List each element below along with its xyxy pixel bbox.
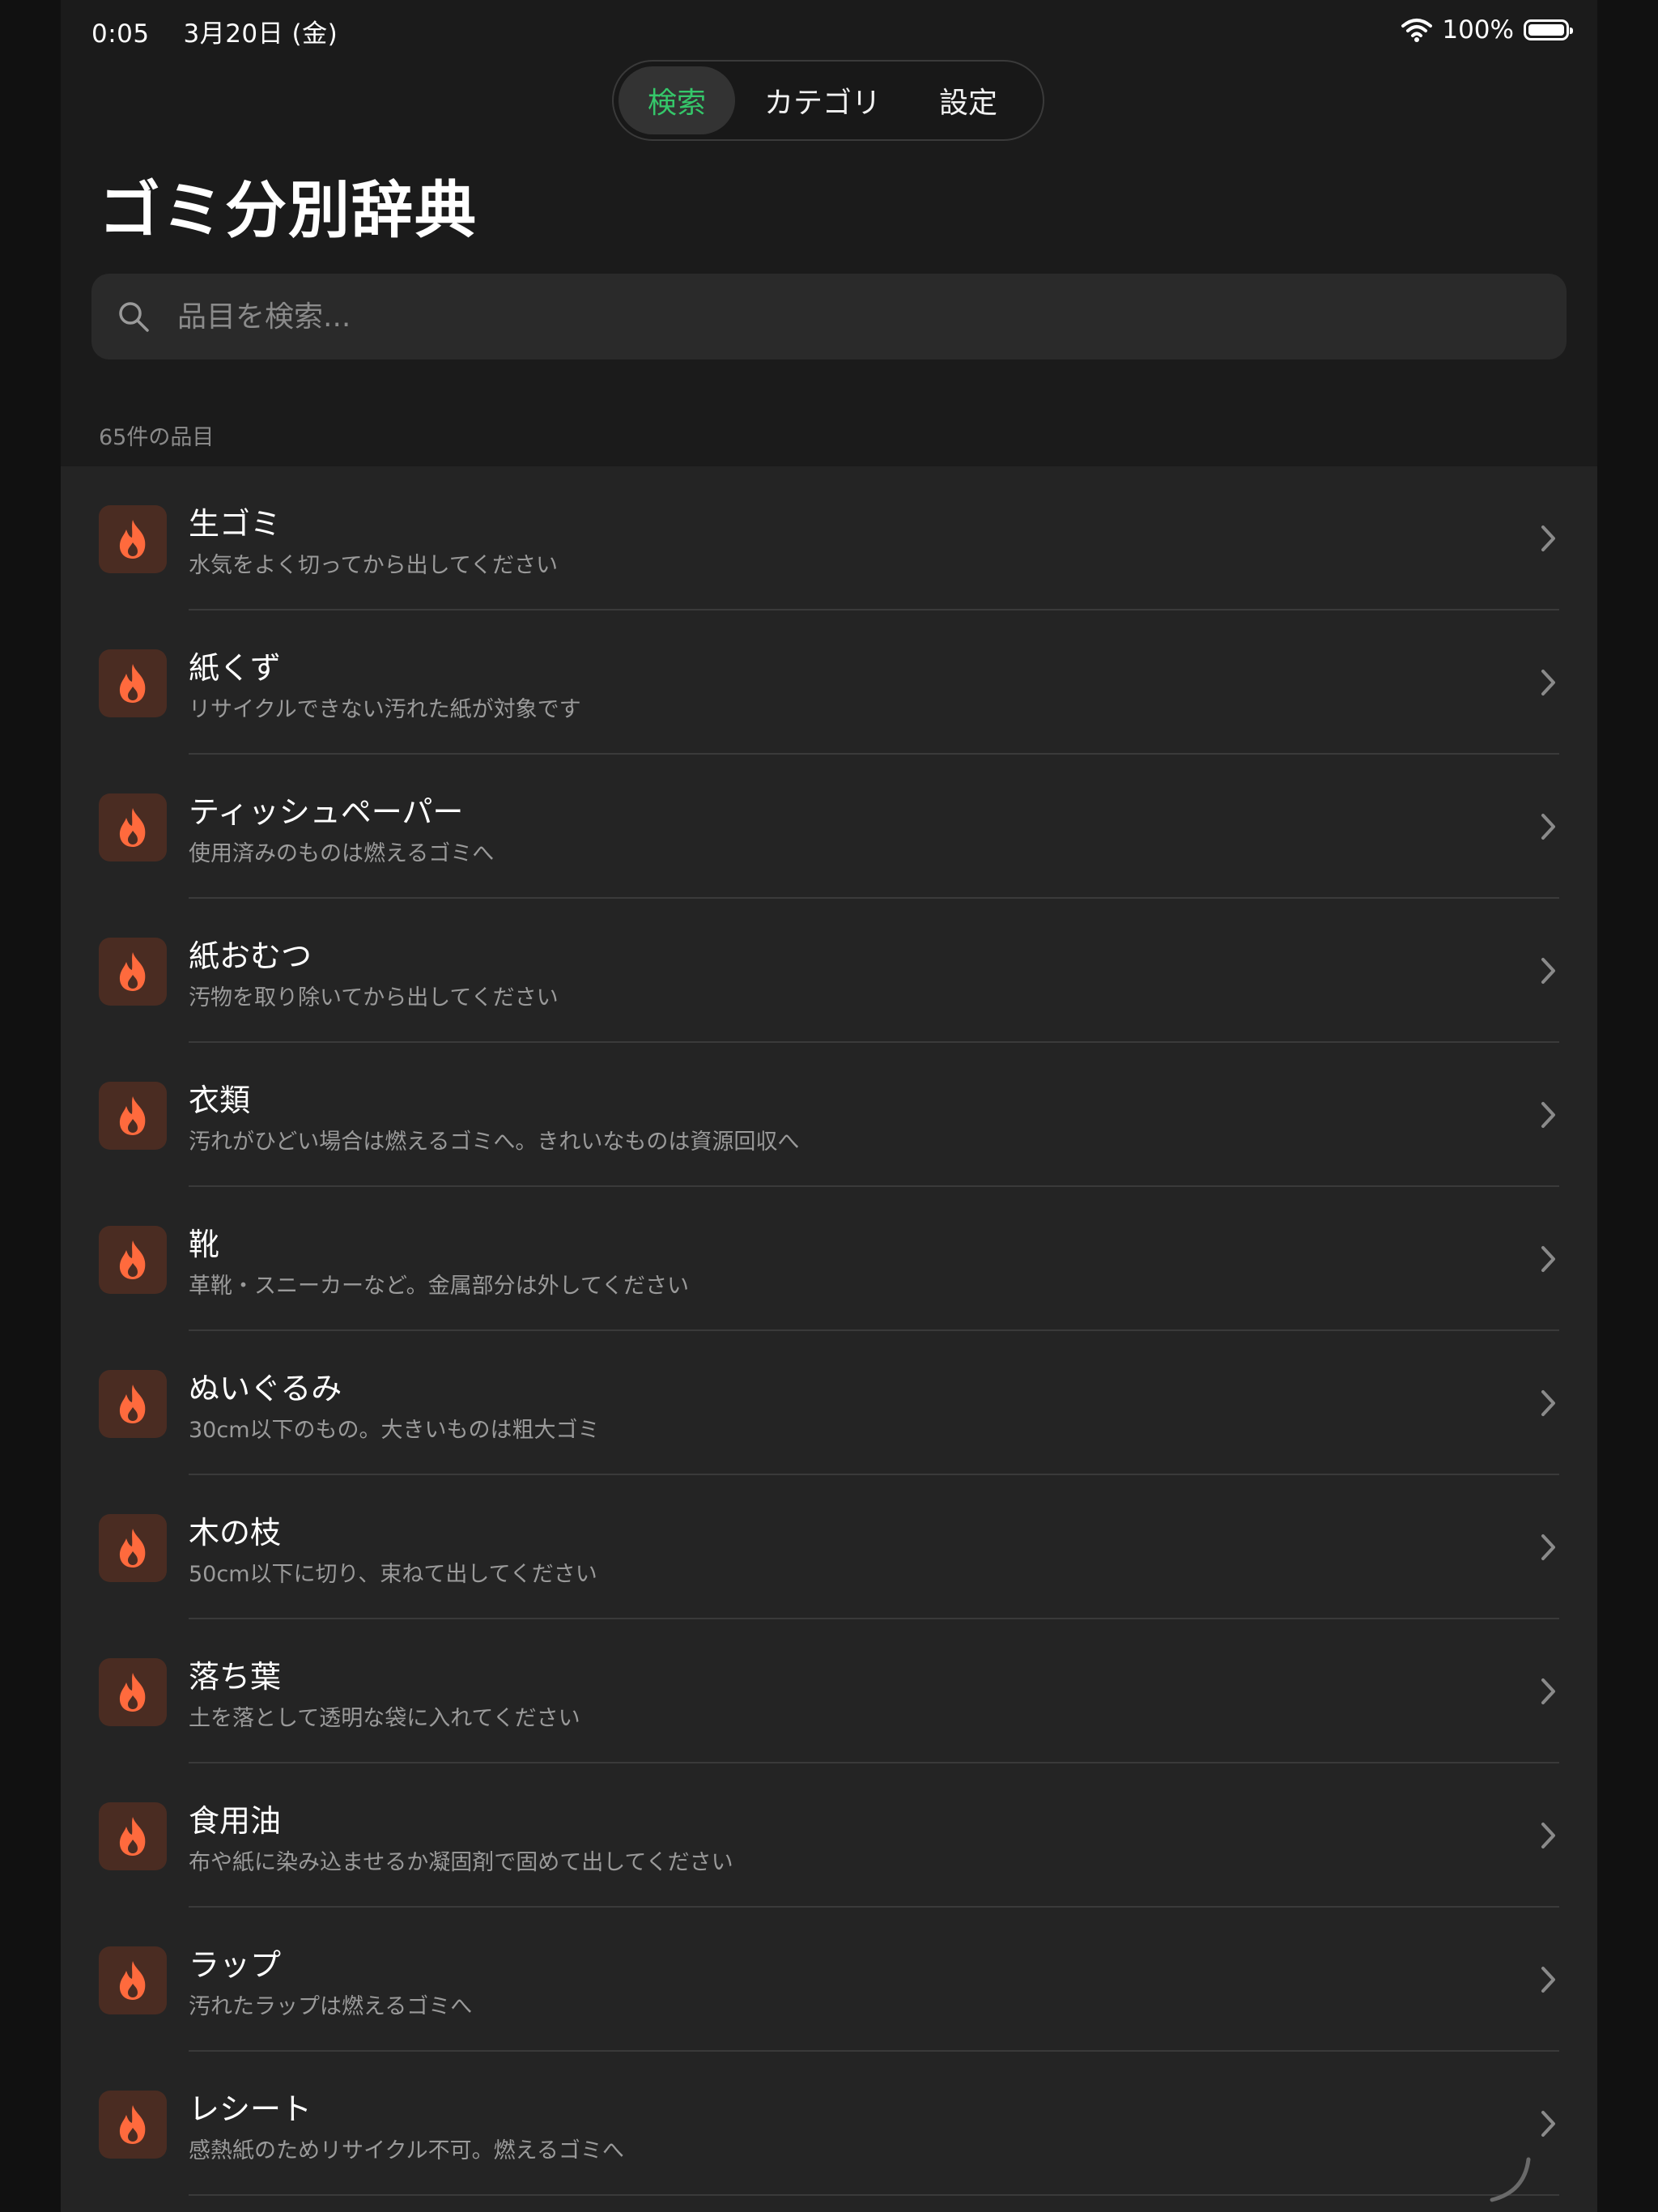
list-item[interactable]: 木の枝 50cm以下に切り、束ねて出してください [61, 1475, 1597, 1619]
item-subtitle: 布や紙に染み込ませるか凝固剤で固めて出してください [189, 1850, 733, 1875]
item-title: 木の枝 [189, 1515, 282, 1551]
flame-icon-badge [99, 1082, 167, 1150]
flame-icon [119, 1817, 146, 1856]
chevron-right-icon [1541, 2111, 1555, 2137]
flame-icon-badge [99, 1370, 167, 1438]
list-item[interactable]: 紙くず リサイクルできない汚れた紙が対象です [61, 610, 1597, 755]
list-item[interactable]: 食用油 布や紙に染み込ませるか凝固剤で固めて出してください [61, 1763, 1597, 1908]
flame-icon [119, 1385, 146, 1423]
flame-icon [119, 2105, 146, 2144]
flame-icon [119, 1673, 146, 1712]
item-title: ラップ [189, 1947, 282, 1983]
chevron-right-icon [1541, 1823, 1555, 1848]
chevron-right-icon [1541, 958, 1555, 984]
list-item[interactable]: 落ち葉 土を落として透明な袋に入れてください [61, 1619, 1597, 1763]
flame-icon [119, 520, 146, 559]
battery-icon [1524, 19, 1573, 40]
row-divider [189, 2194, 1559, 2196]
item-subtitle: 50cm以下に切り、束ねて出してください [189, 1562, 597, 1587]
flame-icon-badge [99, 938, 167, 1006]
list-item[interactable]: 衣類 汚れがひどい場合は燃えるゴミへ。きれいなものは資源回収へ [61, 1043, 1597, 1187]
item-subtitle: 汚れがひどい場合は燃えるゴミへ。きれいなものは資源回収へ [189, 1129, 800, 1155]
list-item[interactable]: 紙おむつ 汚物を取り除いてから出してください [61, 899, 1597, 1043]
item-title: ぬいぐるみ [189, 1371, 342, 1406]
status-indicators: 100% [1401, 13, 1573, 47]
item-title: 食用油 [189, 1803, 282, 1839]
battery-percent: 100% [1442, 15, 1514, 45]
chevron-right-icon [1541, 1678, 1555, 1704]
list-item[interactable]: ティッシュペーパー 使用済みのものは燃えるゴミへ [61, 755, 1597, 899]
chevron-right-icon [1541, 1102, 1555, 1128]
flame-icon-badge [99, 1946, 167, 2014]
list-item[interactable]: ぬいぐるみ 30cm以下のもの。大きいものは粗大ゴミ [61, 1331, 1597, 1475]
chevron-right-icon [1541, 525, 1555, 551]
list-item[interactable]: ラップ 汚れたラップは燃えるゴミへ [61, 1908, 1597, 2052]
flame-icon-badge [99, 649, 167, 717]
item-count-label: 65件の品目 [99, 425, 215, 450]
loading-indicator-icon [1490, 2157, 1531, 2202]
flame-icon [119, 952, 146, 991]
chevron-right-icon [1541, 1390, 1555, 1416]
item-subtitle: 30cm以下のもの。大きいものは粗大ゴミ [189, 1418, 600, 1443]
chevron-right-icon [1541, 670, 1555, 696]
search-input[interactable] [176, 299, 1567, 334]
list-item[interactable]: 靴 革靴・スニーカーなど。金属部分は外してください [61, 1187, 1597, 1331]
page-title: ゴミ分別辞典 [99, 174, 478, 246]
item-title: 紙くず [189, 650, 282, 686]
chevron-right-icon [1541, 1967, 1555, 1993]
flame-icon-badge [99, 505, 167, 573]
search-icon [119, 302, 149, 332]
tab-search[interactable]: 検索 [619, 66, 736, 134]
flame-icon [119, 1961, 146, 2000]
item-subtitle: リサイクルできない汚れた紙が対象です [189, 697, 581, 722]
flame-icon-badge [99, 1226, 167, 1294]
tab-settings[interactable]: 設定 [910, 66, 1027, 134]
item-subtitle: 汚物を取り除いてから出してください [189, 985, 559, 1010]
flame-icon-badge [99, 1802, 167, 1870]
item-title: 衣類 [189, 1083, 251, 1118]
item-title: 落ち葉 [189, 1659, 282, 1695]
item-subtitle: 感熱紙のためリサイクル不可。燃えるゴミへ [189, 2138, 624, 2163]
wifi-icon [1401, 19, 1433, 42]
flame-icon-badge [99, 793, 167, 861]
chevron-right-icon [1541, 1246, 1555, 1272]
item-subtitle: 革靴・スニーカーなど。金属部分は外してください [189, 1274, 690, 1299]
flame-icon [119, 1529, 146, 1568]
item-title: 靴 [189, 1227, 220, 1262]
segmented-tab-bar: 検索 カテゴリ 設定 [612, 60, 1044, 141]
item-subtitle: 水気をよく切ってから出してください [189, 553, 559, 578]
status-time: 0:05 3月20日 (金) [91, 19, 338, 49]
list-item[interactable]: 生ゴミ 水気をよく切ってから出してください [61, 466, 1597, 610]
item-title: レシート [189, 2091, 312, 2127]
flame-icon-badge [99, 1514, 167, 1582]
flame-icon [119, 1096, 146, 1135]
item-list: 生ゴミ 水気をよく切ってから出してください 紙くず リサイクルできない汚れた紙が… [61, 466, 1597, 2212]
flame-icon [119, 808, 146, 847]
item-subtitle: 土を落として透明な袋に入れてください [189, 1706, 580, 1731]
flame-icon [119, 1240, 146, 1279]
tab-category[interactable]: カテゴリ [735, 66, 910, 134]
chevron-right-icon [1541, 814, 1555, 840]
item-title: 紙おむつ [189, 938, 312, 974]
search-bar[interactable] [91, 274, 1567, 359]
flame-icon [119, 664, 146, 703]
flame-icon-badge [99, 2091, 167, 2159]
item-title: ティッシュペーパー [189, 794, 464, 830]
chevron-right-icon [1541, 1534, 1555, 1560]
item-subtitle: 使用済みのものは燃えるゴミへ [189, 841, 495, 866]
item-subtitle: 汚れたラップは燃えるゴミへ [189, 1994, 473, 2019]
item-title: 生ゴミ [189, 506, 282, 542]
list-item[interactable]: レシート 感熱紙のためリサイクル不可。燃えるゴミへ [61, 2052, 1597, 2196]
flame-icon-badge [99, 1658, 167, 1726]
